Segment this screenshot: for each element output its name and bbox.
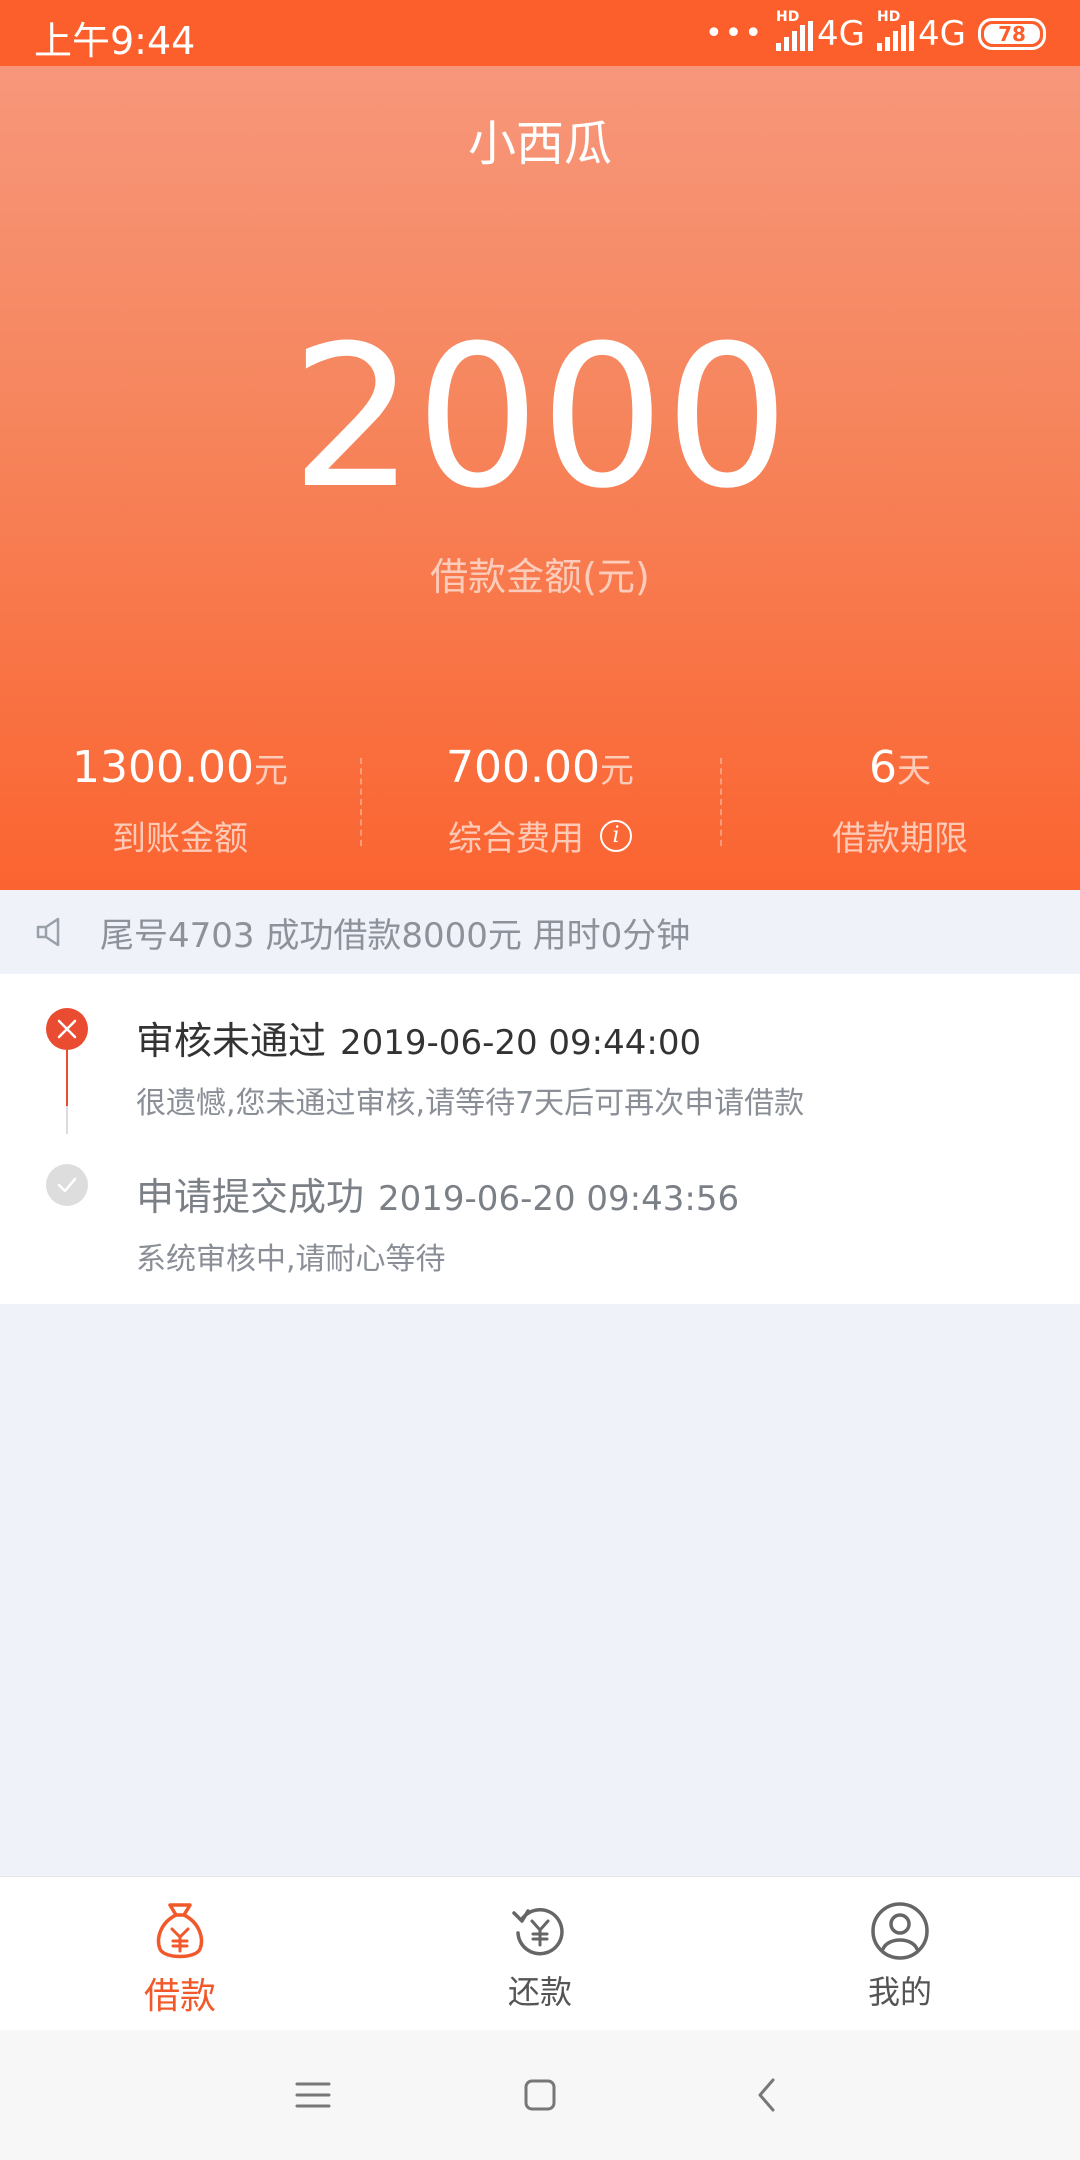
signal-icon-2: HD 4G [877, 9, 966, 54]
speaker-icon [36, 917, 60, 947]
repay-icon [512, 1908, 564, 1956]
timeline-title: 申请提交成功 [136, 1175, 365, 1219]
loan-stats: 1300.00元 到账金额 700.00元 综合费用 i 6天 借款期限 [0, 740, 1080, 860]
network-type: 4G [817, 14, 866, 54]
money-bag-icon [156, 1903, 204, 1959]
notice-text: 尾号4703 成功借款8000元 用时0分钟 [100, 915, 691, 956]
close-icon [46, 1008, 88, 1050]
back-icon[interactable] [737, 2065, 797, 2125]
battery-icon: 78 [978, 18, 1046, 50]
timeline-desc: 很遗憾,您未通过审核,请等待7天后可再次申请借款 [136, 1086, 805, 1121]
menu-icon[interactable] [283, 2065, 343, 2125]
tab-mine[interactable]: 我的 [720, 1877, 1080, 2030]
bottom-tab-bar: 借款 还款 我的 [0, 1876, 1080, 2030]
more-dots-icon: ••• [704, 16, 765, 51]
network-type-2: 4G [918, 14, 966, 54]
loan-hero: 上午9:44 ••• HD 4G HD 4G 78 小西瓜 2000 借款金额(… [0, 0, 1080, 890]
home-icon[interactable] [510, 2065, 570, 2125]
timeline-desc: 系统审核中,请耐心等待 [136, 1242, 446, 1277]
timeline-time: 2019-06-20 09:43:56 [378, 1179, 740, 1219]
info-icon[interactable]: i [600, 819, 632, 852]
timeline-line [66, 1050, 68, 1106]
notice-bar: 尾号4703 成功借款8000元 用时0分钟 [0, 890, 1080, 974]
tab-repay[interactable]: 还款 [360, 1877, 720, 2030]
status-bar: 上午9:44 ••• HD 4G HD 4G 78 [0, 0, 1080, 66]
timeline-line-grey [66, 1106, 68, 1134]
check-icon [46, 1164, 88, 1206]
battery-level: 78 [998, 22, 1026, 46]
status-time: 上午9:44 [34, 19, 196, 63]
loan-amount-label: 借款金额(元) [430, 555, 650, 599]
stat-received: 1300.00元 到账金额 [72, 742, 288, 859]
stat-fee[interactable]: 700.00元 综合费用 i [360, 740, 720, 860]
review-timeline: 审核未通过 2019-06-20 09:44:00 很遗憾,您未通过审核,请等待7… [0, 974, 1080, 1304]
signal-icon: HD 4G [776, 9, 866, 54]
system-navigation-bar [0, 2030, 1080, 2160]
status-icons: ••• HD 4G HD 4G 78 [704, 9, 1046, 56]
page-title: 小西瓜 [467, 116, 612, 172]
loan-amount: 2000 [290, 304, 790, 532]
user-icon [871, 1902, 929, 1960]
timeline-title: 审核未通过 [136, 1019, 327, 1063]
timeline-time: 2019-06-20 09:44:00 [340, 1023, 702, 1063]
tab-borrow[interactable]: 借款 [0, 1877, 360, 2030]
stat-term: 6天 借款期限 [720, 740, 1080, 860]
